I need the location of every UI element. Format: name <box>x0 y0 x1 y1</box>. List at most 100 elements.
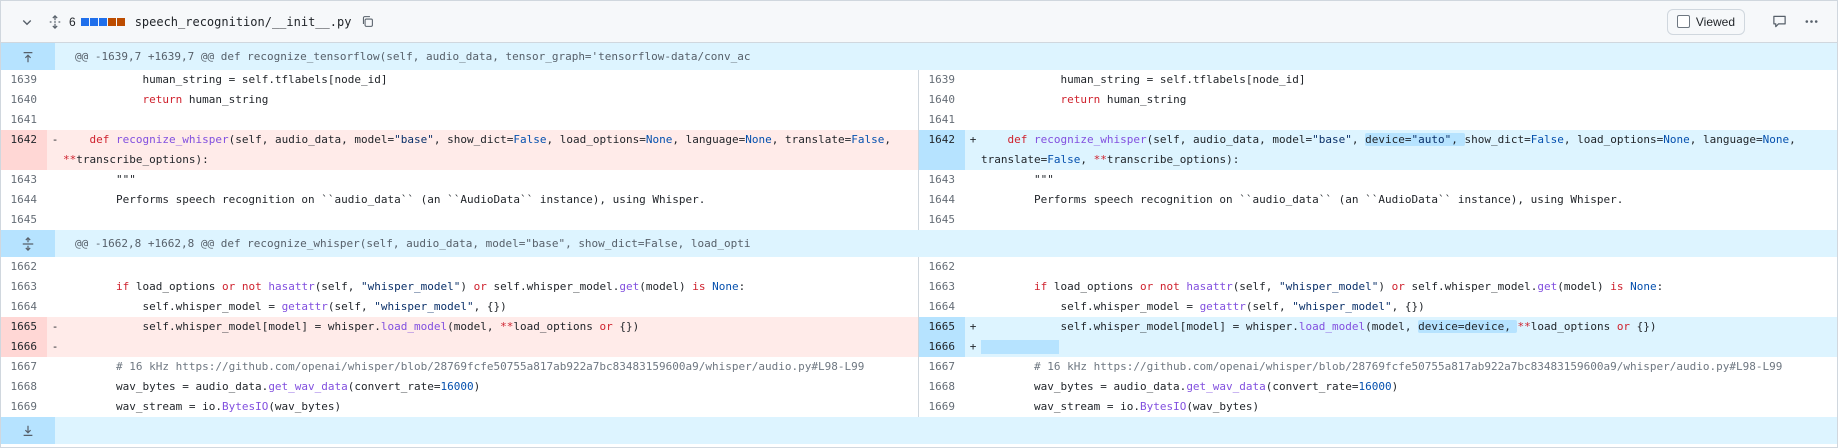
line-number[interactable]: 1667 <box>1 357 47 377</box>
keyword: return <box>1060 93 1101 106</box>
code-line: # 16 kHz https://github.com/openai/whisp… <box>63 360 865 373</box>
line-number[interactable]: 1642 <box>919 130 965 170</box>
viewed-checkbox[interactable]: Viewed <box>1666 8 1745 35</box>
diff-file: 6 speech_recognition/__init__.py Viewed <box>0 0 1838 448</box>
diff-line: 1664 self.whisper_model = getattr(self, … <box>919 297 1837 317</box>
code-line: human_string = self.tflabels[node_id] <box>63 73 388 86</box>
line-number[interactable]: 1663 <box>1 277 47 297</box>
left-pane: 1662 1663 if load_options or not hasattr… <box>1 257 919 417</box>
diff-marker: - <box>51 133 59 146</box>
kebab-menu-icon[interactable] <box>1797 8 1825 36</box>
code-line: Performs speech recognition on ``audio_d… <box>981 193 1624 206</box>
line-number[interactable]: 1668 <box>919 377 965 397</box>
diff-line: 1669 wav_stream = io.BytesIO(wav_bytes) <box>1 397 918 417</box>
line-number[interactable]: 1641 <box>1 110 47 130</box>
code-line: # 16 kHz https://github.com/openai/whisp… <box>981 360 1783 373</box>
line-number[interactable]: 1664 <box>1 297 47 317</box>
hunk-body: 1662 1663 if load_options or not hasattr… <box>1 257 1837 417</box>
added-line: 1665 + self.whisper_model[model] = whispe… <box>919 317 1837 337</box>
diff-line: 1662 <box>1 257 918 277</box>
change-count: 6 <box>69 14 76 29</box>
hunk-body: 1639 human_string = self.tflabels[node_i… <box>1 70 1837 230</box>
diff-line: 1640 return human_string <box>919 90 1837 110</box>
line-number[interactable]: 1643 <box>1 170 47 190</box>
code-line: """ <box>981 173 1054 186</box>
diffstat-square <box>89 17 98 26</box>
expand-up-icon[interactable] <box>1 43 55 70</box>
diff-line: 1645 <box>919 210 1837 230</box>
line-number[interactable]: 1665 <box>919 317 965 337</box>
line-number[interactable]: 1639 <box>919 70 965 90</box>
code-line: self.whisper_model = getattr(self, "whis… <box>63 300 507 313</box>
copy-icon[interactable] <box>359 14 375 30</box>
diff-line: 1663 if load_options or not hasattr(self… <box>1 277 918 297</box>
line-number[interactable]: 1639 <box>1 70 47 90</box>
diff-line: 1663 if load_options or not hasattr(self… <box>919 277 1837 297</box>
line-number[interactable]: 1644 <box>1 190 47 210</box>
expand-down-icon[interactable] <box>1 417 55 444</box>
chevron-down-icon[interactable] <box>19 14 35 30</box>
line-number[interactable]: 1645 <box>1 210 47 230</box>
line-number[interactable]: 1645 <box>919 210 965 230</box>
line-number[interactable]: 1664 <box>919 297 965 317</box>
line-number[interactable]: 1666 <box>1 337 47 357</box>
left-pane: 1639 human_string = self.tflabels[node_i… <box>1 70 919 230</box>
code-line: """ <box>63 173 136 186</box>
diff-line: 1639 human_string = self.tflabels[node_i… <box>919 70 1837 90</box>
line-number[interactable]: 1668 <box>1 377 47 397</box>
diff-marker: + <box>969 133 977 146</box>
whitespace-highlight <box>981 340 1059 354</box>
added-line: 1666 + <box>919 337 1837 357</box>
code-line: wav_bytes = audio_data.get_wav_data(conv… <box>981 380 1399 393</box>
code-line: def recognize_whisper(self, audio_data, … <box>981 133 1796 166</box>
line-number[interactable]: 1663 <box>919 277 965 297</box>
deleted-line: 1642- def recognize_whisper(self, audio_… <box>1 130 918 170</box>
code-line: return human_string <box>981 90 1837 110</box>
line-number[interactable]: 1666 <box>919 337 965 357</box>
comment-icon[interactable] <box>1765 8 1793 36</box>
right-pane: 1639 human_string = self.tflabels[node_i… <box>919 70 1837 230</box>
code-line: wav_bytes = audio_data.get_wav_data(conv… <box>63 380 481 393</box>
code-line: wav_stream = io.BytesIO(wav_bytes) <box>63 400 342 413</box>
line-number[interactable]: 1662 <box>1 257 47 277</box>
line-number[interactable]: 1644 <box>919 190 965 210</box>
file-header: 6 speech_recognition/__init__.py Viewed <box>1 1 1837 43</box>
hunk-footer <box>1 417 1837 444</box>
hunk-header-text: @@ -1639,7 +1639,7 @@ def recognize_tens… <box>75 50 751 63</box>
line-number[interactable]: 1669 <box>919 397 965 417</box>
line-number[interactable]: 1667 <box>919 357 965 377</box>
line-number[interactable]: 1640 <box>919 90 965 110</box>
expand-both-icon[interactable] <box>1 230 55 257</box>
diff-marker: + <box>969 320 977 333</box>
diff-line: 1640 return human_string <box>1 90 918 110</box>
hunk-header-text: @@ -1662,8 +1662,8 @@ def recognize_whis… <box>75 237 751 250</box>
deleted-line: 1666- <box>1 337 918 357</box>
diff-line: 1668 wav_bytes = audio_data.get_wav_data… <box>1 377 918 397</box>
hunk-header: @@ -1639,7 +1639,7 @@ def recognize_tens… <box>1 43 1837 70</box>
line-number[interactable]: 1669 <box>1 397 47 417</box>
line-number[interactable]: 1665 <box>1 317 47 337</box>
file-path[interactable]: speech_recognition/__init__.py <box>135 15 352 29</box>
line-number[interactable]: 1662 <box>919 257 965 277</box>
diff-line: 1641 <box>1 110 918 130</box>
diff-marker: + <box>969 340 977 353</box>
diffstat-square <box>107 17 116 26</box>
diff-marker: - <box>51 340 59 353</box>
code-line: if load_options or not hasattr(self, "wh… <box>1033 280 1664 293</box>
unfold-icon[interactable] <box>47 14 63 30</box>
diff-line: 1641 <box>919 110 1837 130</box>
code-text: human_string <box>1100 93 1187 106</box>
line-number[interactable]: 1640 <box>1 90 47 110</box>
code-line <box>981 337 1837 357</box>
line-number[interactable]: 1643 <box>919 170 965 190</box>
diff-line: 1668 wav_bytes = audio_data.get_wav_data… <box>919 377 1837 397</box>
diff-line: 1643 """ <box>1 170 918 190</box>
line-number[interactable]: 1642 <box>1 130 47 170</box>
diff-line: 1639 human_string = self.tflabels[node_i… <box>1 70 918 90</box>
diff-line: 1645 <box>1 210 918 230</box>
line-number[interactable]: 1641 <box>919 110 965 130</box>
